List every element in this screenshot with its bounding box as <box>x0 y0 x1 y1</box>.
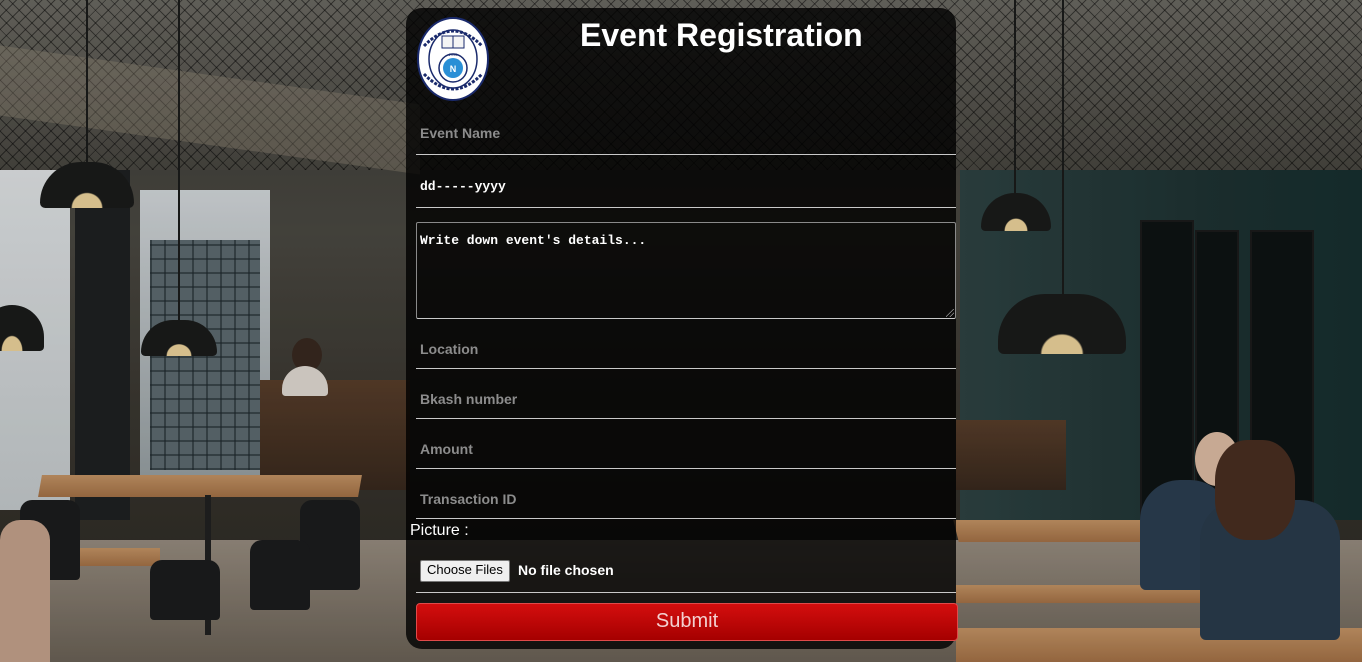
transaction-id-input[interactable]: Transaction ID <box>416 484 956 519</box>
choose-files-button[interactable]: Choose Files <box>420 560 510 582</box>
amount-input[interactable]: Amount <box>416 434 956 469</box>
picture-label: Picture : <box>410 522 469 539</box>
location-placeholder: Location <box>420 341 479 357</box>
svg-text:N: N <box>450 64 457 74</box>
file-status-text: No file chosen <box>518 562 614 578</box>
bkash-number-input[interactable]: Bkash number <box>416 384 956 419</box>
event-name-input[interactable]: Event Name <box>416 120 956 155</box>
svg-text:1992: 1992 <box>449 52 459 57</box>
event-date-placeholder: dd-----yyyy <box>420 179 506 194</box>
event-name-placeholder: Event Name <box>420 125 501 141</box>
transaction-id-placeholder: Transaction ID <box>420 491 517 507</box>
picture-file-input[interactable]: Choose Files No file chosen <box>416 556 956 593</box>
submit-button[interactable]: Submit <box>416 603 958 641</box>
page-title: Event Registration <box>580 17 863 53</box>
registration-form-card: N 1992 Event Registration Event Name dd-… <box>406 8 958 649</box>
resize-handle-icon[interactable] <box>946 309 954 317</box>
university-logo: N 1992 <box>417 17 489 101</box>
amount-placeholder: Amount <box>420 441 473 457</box>
event-details-placeholder: Write down event's details... <box>420 233 647 248</box>
location-input[interactable]: Location <box>416 334 956 369</box>
event-details-textarea[interactable]: Write down event's details... <box>416 222 956 319</box>
bkash-number-placeholder: Bkash number <box>420 391 518 407</box>
event-date-input[interactable]: dd-----yyyy <box>416 172 956 208</box>
